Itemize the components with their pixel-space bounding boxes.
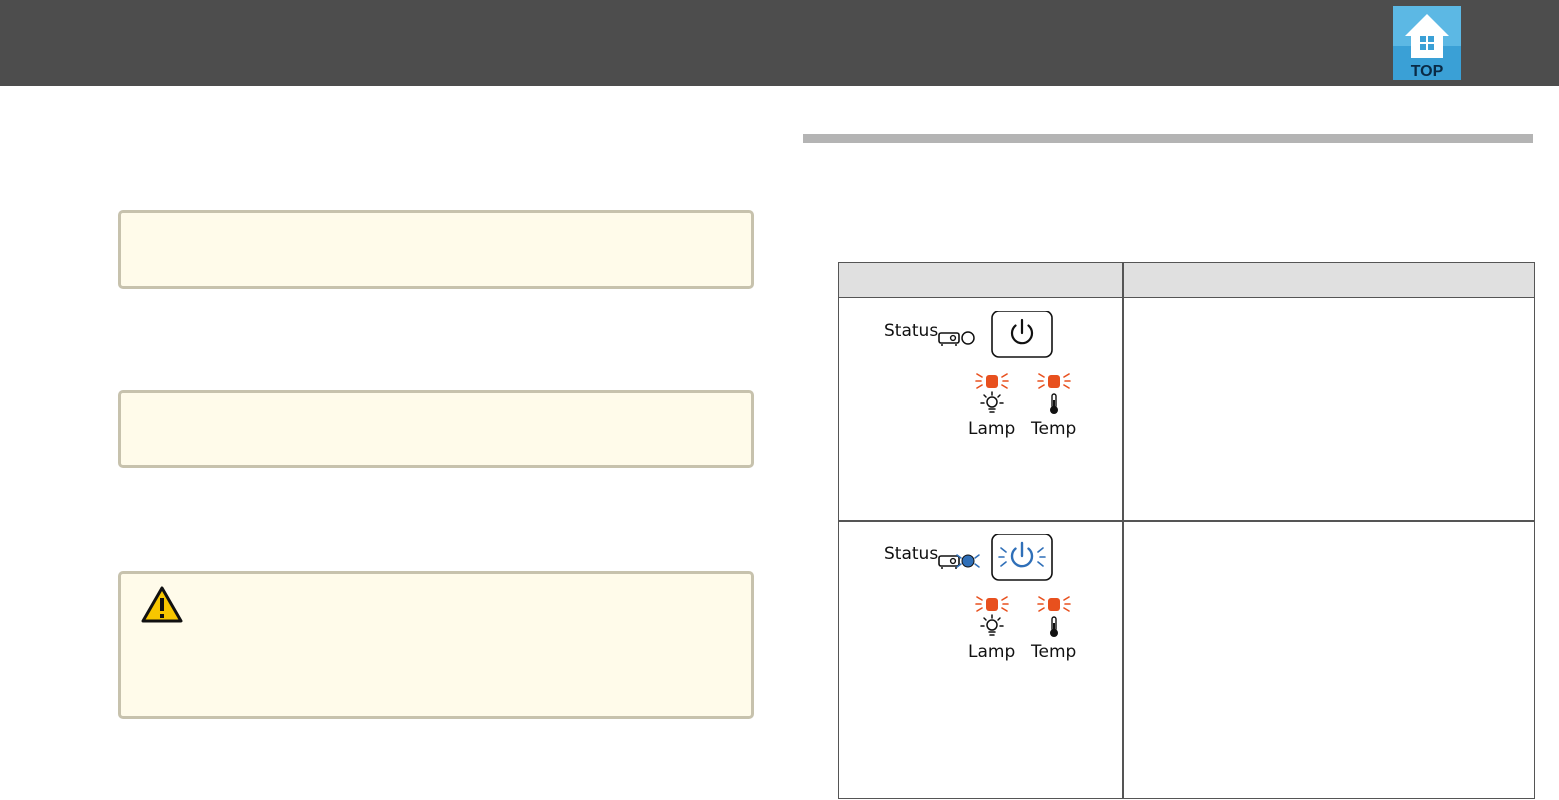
temp-light [1037,373,1071,389]
lamp-light [975,373,1009,389]
note-box [118,210,754,289]
lamp-label: Lamp [968,642,1016,662]
temp-light [1037,596,1071,612]
lamp-bulb-icon [980,614,1004,636]
temp-label: Temp [1031,642,1077,662]
row-divider [839,520,1534,522]
status-label: Status [884,544,939,564]
lamp-bulb-icon [980,391,1004,413]
status-light [961,331,975,345]
table-header-row [839,263,1534,298]
status-light [956,554,980,568]
temp-label: Temp [1031,419,1077,439]
indicator-status-table: Status Lamp Temp Status Lamp Temp [838,262,1535,799]
warning-triangle-icon [141,586,183,623]
power-button [991,534,1053,581]
top-label: TOP [1411,63,1444,80]
column-divider [1122,263,1124,798]
lamp-label: Lamp [968,419,1016,439]
top-link[interactable]: TOP [1393,6,1461,80]
section-rule [803,134,1533,143]
header-bar: TOP [0,0,1559,86]
power-button [991,311,1053,358]
thermometer-icon [1050,393,1058,414]
top-house-icon: TOP [1393,6,1461,80]
status-label: Status [884,321,939,341]
note-box [118,390,754,468]
projector-icon [938,332,960,346]
projector-icon [938,555,960,569]
thermometer-icon [1050,616,1058,637]
warning-box [118,571,754,719]
lamp-light [975,596,1009,612]
